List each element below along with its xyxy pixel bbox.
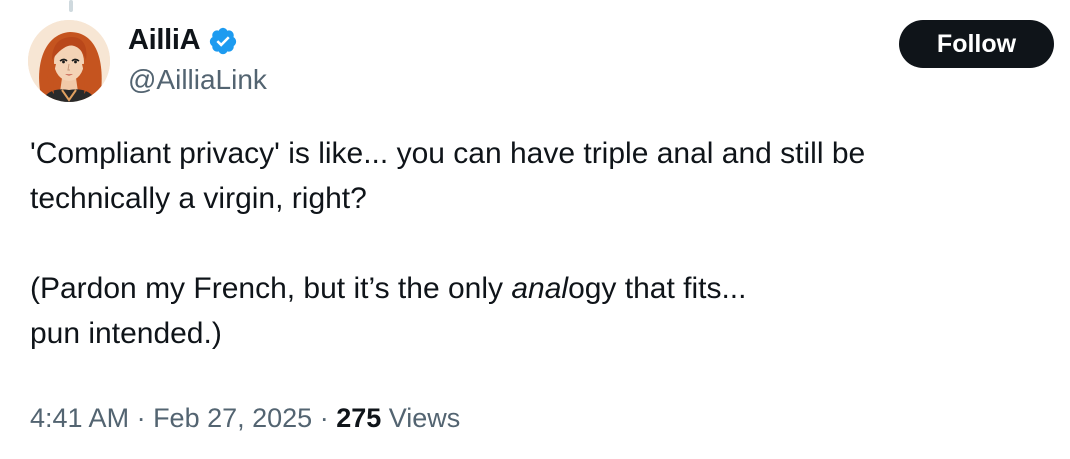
avatar[interactable] bbox=[28, 20, 110, 102]
author-handle[interactable]: @AilliaLink bbox=[128, 64, 267, 96]
thread-connector-line bbox=[69, 0, 73, 12]
tweet-date[interactable]: Feb 27, 2025 bbox=[153, 403, 312, 434]
tweet-meta: 4:41 AM · Feb 27, 2025 · 275 Views bbox=[30, 403, 460, 434]
author-name-row: AilliA bbox=[128, 24, 238, 57]
meta-separator-2: · bbox=[312, 403, 337, 433]
tweet-paragraph-1: 'Compliant privacy' is like... you can h… bbox=[30, 131, 1040, 221]
tweet-text: 'Compliant privacy' is like... you can h… bbox=[30, 131, 1040, 356]
tweet-line-1a: 'Compliant privacy' is like... you can h… bbox=[30, 137, 866, 170]
tweet-line-1b: technically a virgin, right? bbox=[30, 182, 367, 215]
meta-separator-1: · bbox=[129, 403, 154, 433]
tweet-line-2-italic: anal bbox=[511, 272, 569, 305]
views-label: Views bbox=[381, 403, 461, 433]
author-display-name[interactable]: AilliA bbox=[128, 24, 201, 57]
tweet-line-2-pre: (Pardon my French, but it’s the only bbox=[30, 272, 512, 305]
tweet-line-2-post: ogy that fits... bbox=[568, 272, 747, 305]
tweet-card: AilliA @AilliaLink Follow 'Compliant pri… bbox=[0, 0, 1070, 459]
tweet-line-3: pun intended.) bbox=[30, 317, 222, 350]
verified-badge-icon bbox=[210, 27, 237, 54]
follow-button[interactable]: Follow bbox=[899, 20, 1054, 68]
tweet-paragraph-2: (Pardon my French, but it’s the only ana… bbox=[30, 266, 1040, 356]
tweet-time[interactable]: 4:41 AM bbox=[30, 403, 129, 434]
avatar-portrait-icon bbox=[28, 20, 110, 102]
views-count: 275 bbox=[336, 403, 382, 433]
